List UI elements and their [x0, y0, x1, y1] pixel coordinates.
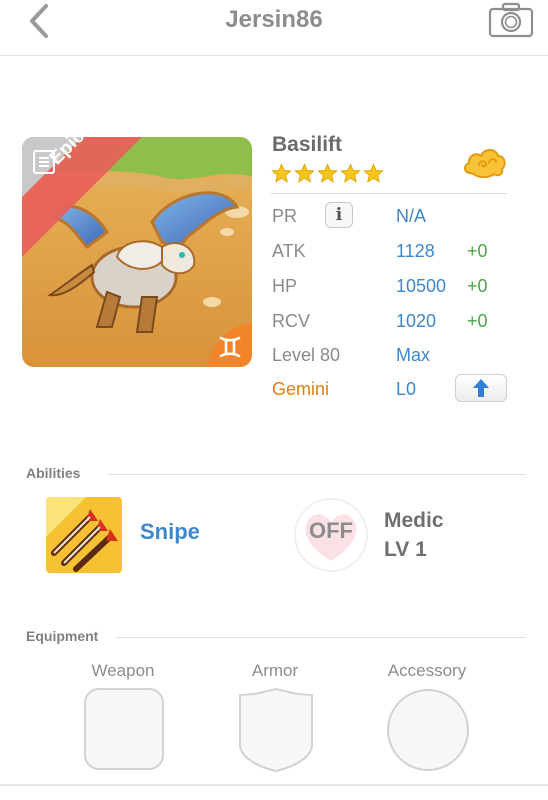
- rcv-bonus: +0: [467, 311, 488, 331]
- active-ability-name[interactable]: Snipe: [140, 519, 200, 545]
- pr-label: PR: [272, 206, 298, 226]
- rcv-value: 1020: [396, 311, 437, 331]
- abilities-heading: Abilities: [26, 465, 81, 481]
- atk-bonus: +0: [467, 241, 488, 261]
- camera-icon: [488, 2, 534, 38]
- rcv-label: RCV: [272, 311, 311, 331]
- star-icon: [340, 163, 361, 183]
- weapon-label: Weapon: [91, 661, 155, 680]
- pr-value: N/A: [396, 206, 427, 226]
- info-button[interactable]: i: [325, 202, 353, 228]
- leader-ability-state: OFF: [309, 518, 353, 543]
- info-icon: i: [335, 205, 343, 225]
- page-title: Jersin86: [225, 6, 323, 33]
- accessory-slot[interactable]: [386, 687, 470, 778]
- name-divider: [271, 193, 507, 194]
- shield-slot-icon: [239, 687, 313, 773]
- hp-label: HP: [272, 276, 298, 296]
- camera-button[interactable]: [488, 2, 536, 38]
- top-bar: Jersin86: [0, 0, 548, 56]
- bottom-divider: [0, 784, 548, 786]
- star-icon: [271, 163, 292, 183]
- weapon-slot[interactable]: [83, 687, 165, 776]
- arrows-icon: [46, 497, 122, 573]
- active-ability-icon[interactable]: [46, 497, 122, 573]
- armor-label: Armor: [251, 661, 299, 680]
- hp-value: 10500: [396, 276, 447, 296]
- rounded-square-slot-icon: [84, 688, 164, 770]
- star-icon: [294, 163, 315, 183]
- level-value: Max: [396, 345, 431, 365]
- hp-bonus: +0: [467, 276, 488, 296]
- atk-label: ATK: [272, 241, 306, 261]
- star-rating: [271, 163, 384, 184]
- leader-ability-level: LV 1: [384, 538, 427, 561]
- equipment-divider: [116, 637, 526, 638]
- star-icon: [317, 163, 338, 183]
- sign-label: Gemini: [272, 379, 330, 399]
- accessory-label: Accessory: [387, 661, 467, 680]
- creature-name: Basilift: [272, 133, 343, 156]
- atk-value: 1128: [396, 241, 435, 261]
- level-label: Level 80: [272, 345, 341, 365]
- equipment-heading: Equipment: [26, 628, 99, 644]
- abilities-divider: [108, 474, 526, 475]
- star-icon: [363, 163, 384, 183]
- sign-upgrade-button[interactable]: [455, 374, 507, 402]
- gold-cloud-icon[interactable]: [462, 143, 508, 181]
- gemini-icon: [219, 336, 241, 358]
- arrow-up-icon: [473, 379, 489, 397]
- sign-level-value: L0: [396, 379, 417, 399]
- armor-slot[interactable]: [236, 687, 316, 778]
- circle-slot-icon: [387, 689, 469, 771]
- leader-ability-name: Medic: [384, 509, 444, 532]
